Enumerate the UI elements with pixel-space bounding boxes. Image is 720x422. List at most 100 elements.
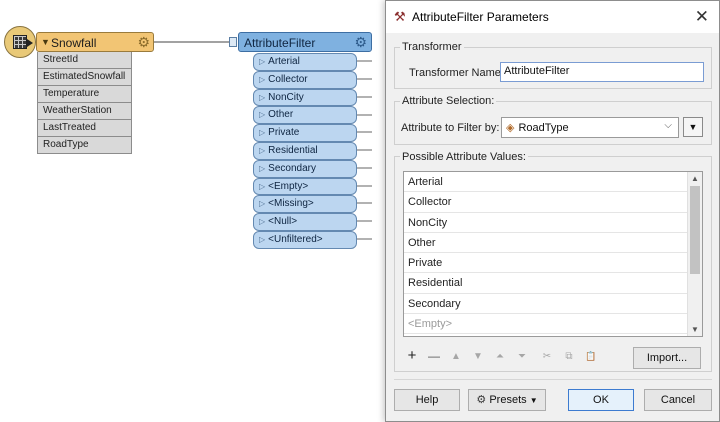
attribute-selection-label: Attribute Selection:: [400, 95, 497, 107]
output-port[interactable]: ▷ <Null>: [253, 213, 357, 231]
reader-attribute: WeatherStation: [37, 103, 132, 120]
paste-icon[interactable]: 📋: [583, 351, 599, 362]
output-port[interactable]: ▷ Collector: [253, 70, 357, 89]
scroll-down-icon[interactable]: ▼: [691, 325, 699, 334]
output-port-label: <Null>: [268, 216, 298, 228]
list-item[interactable]: <Empty>: [404, 314, 687, 335]
transformer-output-ports: ▷ Arterial ▷ Collector ▷ NonCity ▷ Other ▷ Pr…: [253, 53, 357, 249]
reader-title: Snowfall: [51, 36, 97, 50]
possible-values-label: Possible Attribute Values:: [400, 151, 528, 163]
port-triangle-icon: ▷: [259, 234, 266, 244]
output-port-label: <Empty>: [268, 180, 309, 192]
list-item[interactable]: NonCity: [404, 213, 687, 233]
reader-attribute: StreetId: [37, 52, 132, 69]
move-to-bottom-icon[interactable]: ⏷: [514, 351, 530, 362]
attributefilter-parameters-dialog: ⚒ AttributeFilter Parameters ✕ Transform…: [385, 0, 720, 422]
move-to-top-icon[interactable]: ⏶: [492, 351, 508, 362]
transformer-title: AttributeFilter: [244, 36, 316, 50]
attribute-to-filter-select[interactable]: ◈ RoadType ⌵: [501, 117, 679, 138]
dialog-separator: [394, 379, 712, 380]
gear-icon[interactable]: ⚙: [137, 34, 150, 51]
transformer-header[interactable]: AttributeFilter ⚙: [238, 32, 372, 52]
output-port-label: NonCity: [268, 91, 304, 103]
help-button[interactable]: Help: [394, 389, 460, 411]
port-triangle-icon: ▷: [259, 74, 266, 84]
chevron-down-icon: ▼: [529, 396, 538, 405]
port-triangle-icon: ▷: [259, 92, 266, 102]
list-item[interactable]: Residential: [404, 273, 687, 294]
output-port-label: <Missing>: [268, 198, 314, 210]
reader-feature-type-header[interactable]: ▼ Snowfall ⚙: [36, 32, 154, 52]
cancel-button[interactable]: Cancel: [644, 389, 712, 411]
attribute-icon: ◈: [506, 122, 515, 134]
presets-button[interactable]: ⚙ Presets ▼: [468, 389, 546, 411]
transformer-input-port[interactable]: [229, 37, 237, 47]
transformer-name-input[interactable]: AttributeFilter: [500, 62, 704, 82]
copy-icon[interactable]: ⧉: [561, 351, 577, 362]
dialog-titlebar[interactable]: ⚒ AttributeFilter Parameters ✕: [386, 1, 719, 33]
move-down-icon[interactable]: ▼: [470, 351, 486, 362]
expand-triangle-icon[interactable]: ▼: [41, 37, 50, 47]
scroll-up-icon[interactable]: ▲: [691, 174, 699, 183]
port-triangle-icon: ▷: [259, 57, 266, 66]
output-port-label: <Unfiltered>: [268, 233, 323, 245]
port-triangle-icon: ▷: [259, 128, 266, 138]
output-port[interactable]: ▷ <Empty>: [253, 177, 357, 196]
presets-icon: ⚙: [476, 394, 487, 406]
output-port-label: Other: [268, 109, 294, 121]
output-port[interactable]: ▷ <Missing>: [253, 195, 357, 214]
output-port[interactable]: ▷ Residential: [253, 141, 357, 160]
output-port[interactable]: ▷ Secondary: [253, 159, 357, 178]
port-triangle-icon: ▷: [259, 217, 266, 227]
output-port[interactable]: ▷ NonCity: [253, 88, 357, 107]
output-port-connections: [356, 60, 372, 240]
port-triangle-icon: ▷: [259, 199, 266, 209]
move-up-icon[interactable]: ▲: [448, 351, 464, 362]
close-icon[interactable]: ✕: [695, 7, 709, 27]
output-port-label: Private: [268, 127, 300, 139]
port-triangle-icon: ▷: [259, 145, 266, 155]
output-port[interactable]: ▷ Arterial: [253, 53, 357, 71]
reader-attribute: EstimatedSnowfall: [37, 69, 132, 86]
port-triangle-icon: ▷: [259, 163, 266, 173]
output-port[interactable]: ▷ Private: [253, 124, 357, 142]
table-grid-icon: [13, 35, 27, 49]
reader-attribute-list: StreetId EstimatedSnowfall Temperature W…: [37, 52, 132, 154]
output-port-label: Arterial: [268, 56, 300, 67]
reader-attribute: Temperature: [37, 86, 132, 103]
attribute-to-filter-value: RoadType: [518, 122, 569, 134]
output-port-label: Collector: [268, 73, 308, 85]
attribute-to-filter-label: Attribute to Filter by:: [401, 122, 500, 134]
cut-icon[interactable]: ✂: [539, 351, 555, 362]
output-port[interactable]: ▷ Other: [253, 106, 357, 125]
presets-label: Presets: [489, 394, 527, 406]
import-button[interactable]: Import...: [633, 347, 701, 369]
reader-attribute: RoadType: [37, 137, 132, 154]
attribute-menu-button[interactable]: ▼: [683, 117, 703, 137]
chevron-down-icon: ⌵: [664, 120, 672, 131]
output-port[interactable]: ▷ <Unfiltered>: [253, 230, 357, 249]
output-arrow-icon: [27, 39, 33, 47]
reader-attribute: LastTreated: [37, 120, 132, 137]
transformer-group-label: Transformer: [400, 41, 464, 53]
list-item[interactable]: Secondary: [404, 294, 687, 315]
gear-icon[interactable]: ⚙: [354, 34, 367, 51]
ok-button[interactable]: OK: [568, 389, 634, 411]
dialog-title: AttributeFilter Parameters: [412, 10, 549, 24]
list-item[interactable]: Other: [404, 233, 687, 254]
reader-feature-type-icon[interactable]: [4, 26, 36, 58]
possible-values-list[interactable]: Arterial Collector NonCity Other Private…: [403, 171, 703, 337]
remove-icon[interactable]: —: [426, 349, 442, 363]
transformer-icon: ⚒: [394, 9, 406, 24]
list-item[interactable]: Collector: [404, 192, 687, 213]
list-scrollbar[interactable]: ▲ ▼: [687, 172, 702, 336]
transformer-name-label: Transformer Name:: [409, 67, 504, 79]
list-item[interactable]: Private: [404, 253, 687, 274]
list-item[interactable]: Arterial: [404, 172, 687, 193]
add-icon[interactable]: +: [404, 347, 420, 364]
output-port-label: Residential: [268, 144, 318, 156]
output-port-label: Secondary: [268, 162, 316, 174]
port-triangle-icon: ▷: [259, 181, 266, 191]
scroll-thumb[interactable]: [690, 186, 700, 274]
port-triangle-icon: ▷: [259, 110, 266, 120]
